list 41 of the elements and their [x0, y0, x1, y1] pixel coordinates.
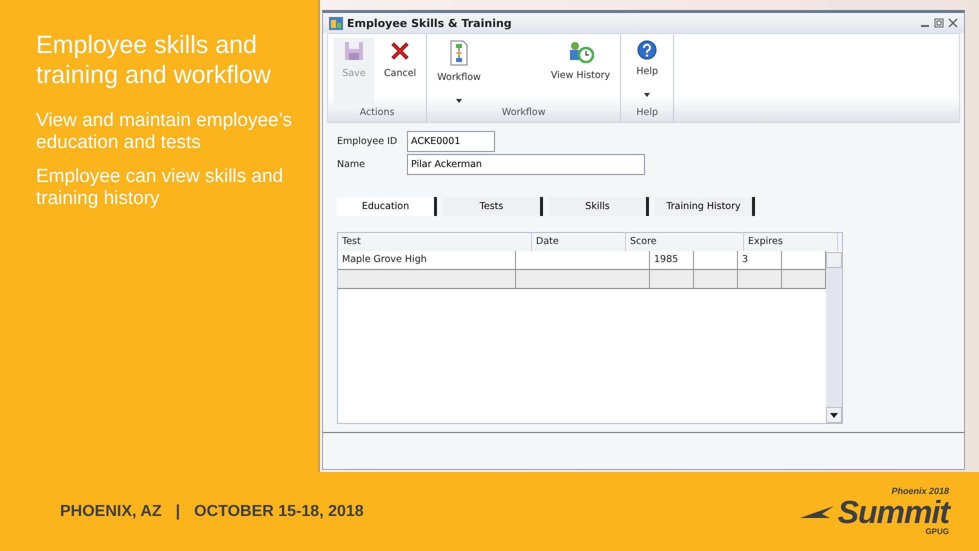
- group-label: Workflow: [500, 106, 546, 120]
- people-clock-icon: [568, 40, 594, 64]
- ribbon-button[interactable]: Cancel: [380, 38, 420, 105]
- logo-name: Summit: [838, 496, 949, 528]
- event-location: PHOENIX, AZ: [60, 502, 162, 520]
- tab[interactable]: Tests: [443, 197, 543, 216]
- close-icon[interactable]: [948, 18, 958, 28]
- x-mark-icon: [389, 40, 412, 62]
- field-label: Employee ID: [337, 136, 398, 147]
- tab[interactable]: Education: [337, 197, 437, 216]
- scrollbar[interactable]: [826, 252, 842, 423]
- group-label: Actions: [358, 106, 396, 120]
- flowchart-document-icon: [449, 40, 469, 66]
- down-arrow-icon[interactable]: [830, 412, 838, 418]
- ribbon-button[interactable]: Workflow: [433, 38, 485, 105]
- help-icon: [637, 40, 658, 60]
- logo-event: Phoenix 2018: [891, 487, 949, 496]
- swoosh-icon: [800, 504, 834, 520]
- input-field[interactable]: Pilar Ackerman: [407, 154, 645, 175]
- ribbon-button[interactable]: Help: [627, 38, 668, 105]
- field-label: Name: [337, 159, 366, 170]
- window-title: Employee Skills & Training: [347, 16, 513, 30]
- input-field[interactable]: ACKE0001: [407, 131, 495, 152]
- tab[interactable]: Training History: [655, 197, 755, 216]
- ribbon-button[interactable]: View History: [546, 38, 614, 105]
- app-icon: [329, 16, 343, 30]
- slide-point: View and maintain employee’s education and tests: [36, 110, 293, 154]
- slide-point: Employee can view skills and training history: [36, 166, 284, 210]
- separator: |: [176, 502, 180, 520]
- scrollbar-thumb[interactable]: [826, 252, 842, 268]
- table-row[interactable]: Maple Grove High 1985 3: [338, 251, 826, 270]
- group-label: Help: [635, 106, 660, 120]
- maximize-icon[interactable]: [934, 18, 944, 28]
- logo-org: GPUG: [925, 528, 949, 536]
- table-cell: 3: [738, 251, 782, 269]
- slide-title: Employee skills and training and workflow: [36, 30, 272, 90]
- table-row[interactable]: [338, 270, 826, 289]
- event-dates: OCTOBER 15-18, 2018: [194, 502, 364, 520]
- table-cell: 1985: [650, 251, 694, 269]
- tab[interactable]: Skills: [549, 197, 649, 216]
- table-cell: Maple Grove High: [338, 251, 516, 269]
